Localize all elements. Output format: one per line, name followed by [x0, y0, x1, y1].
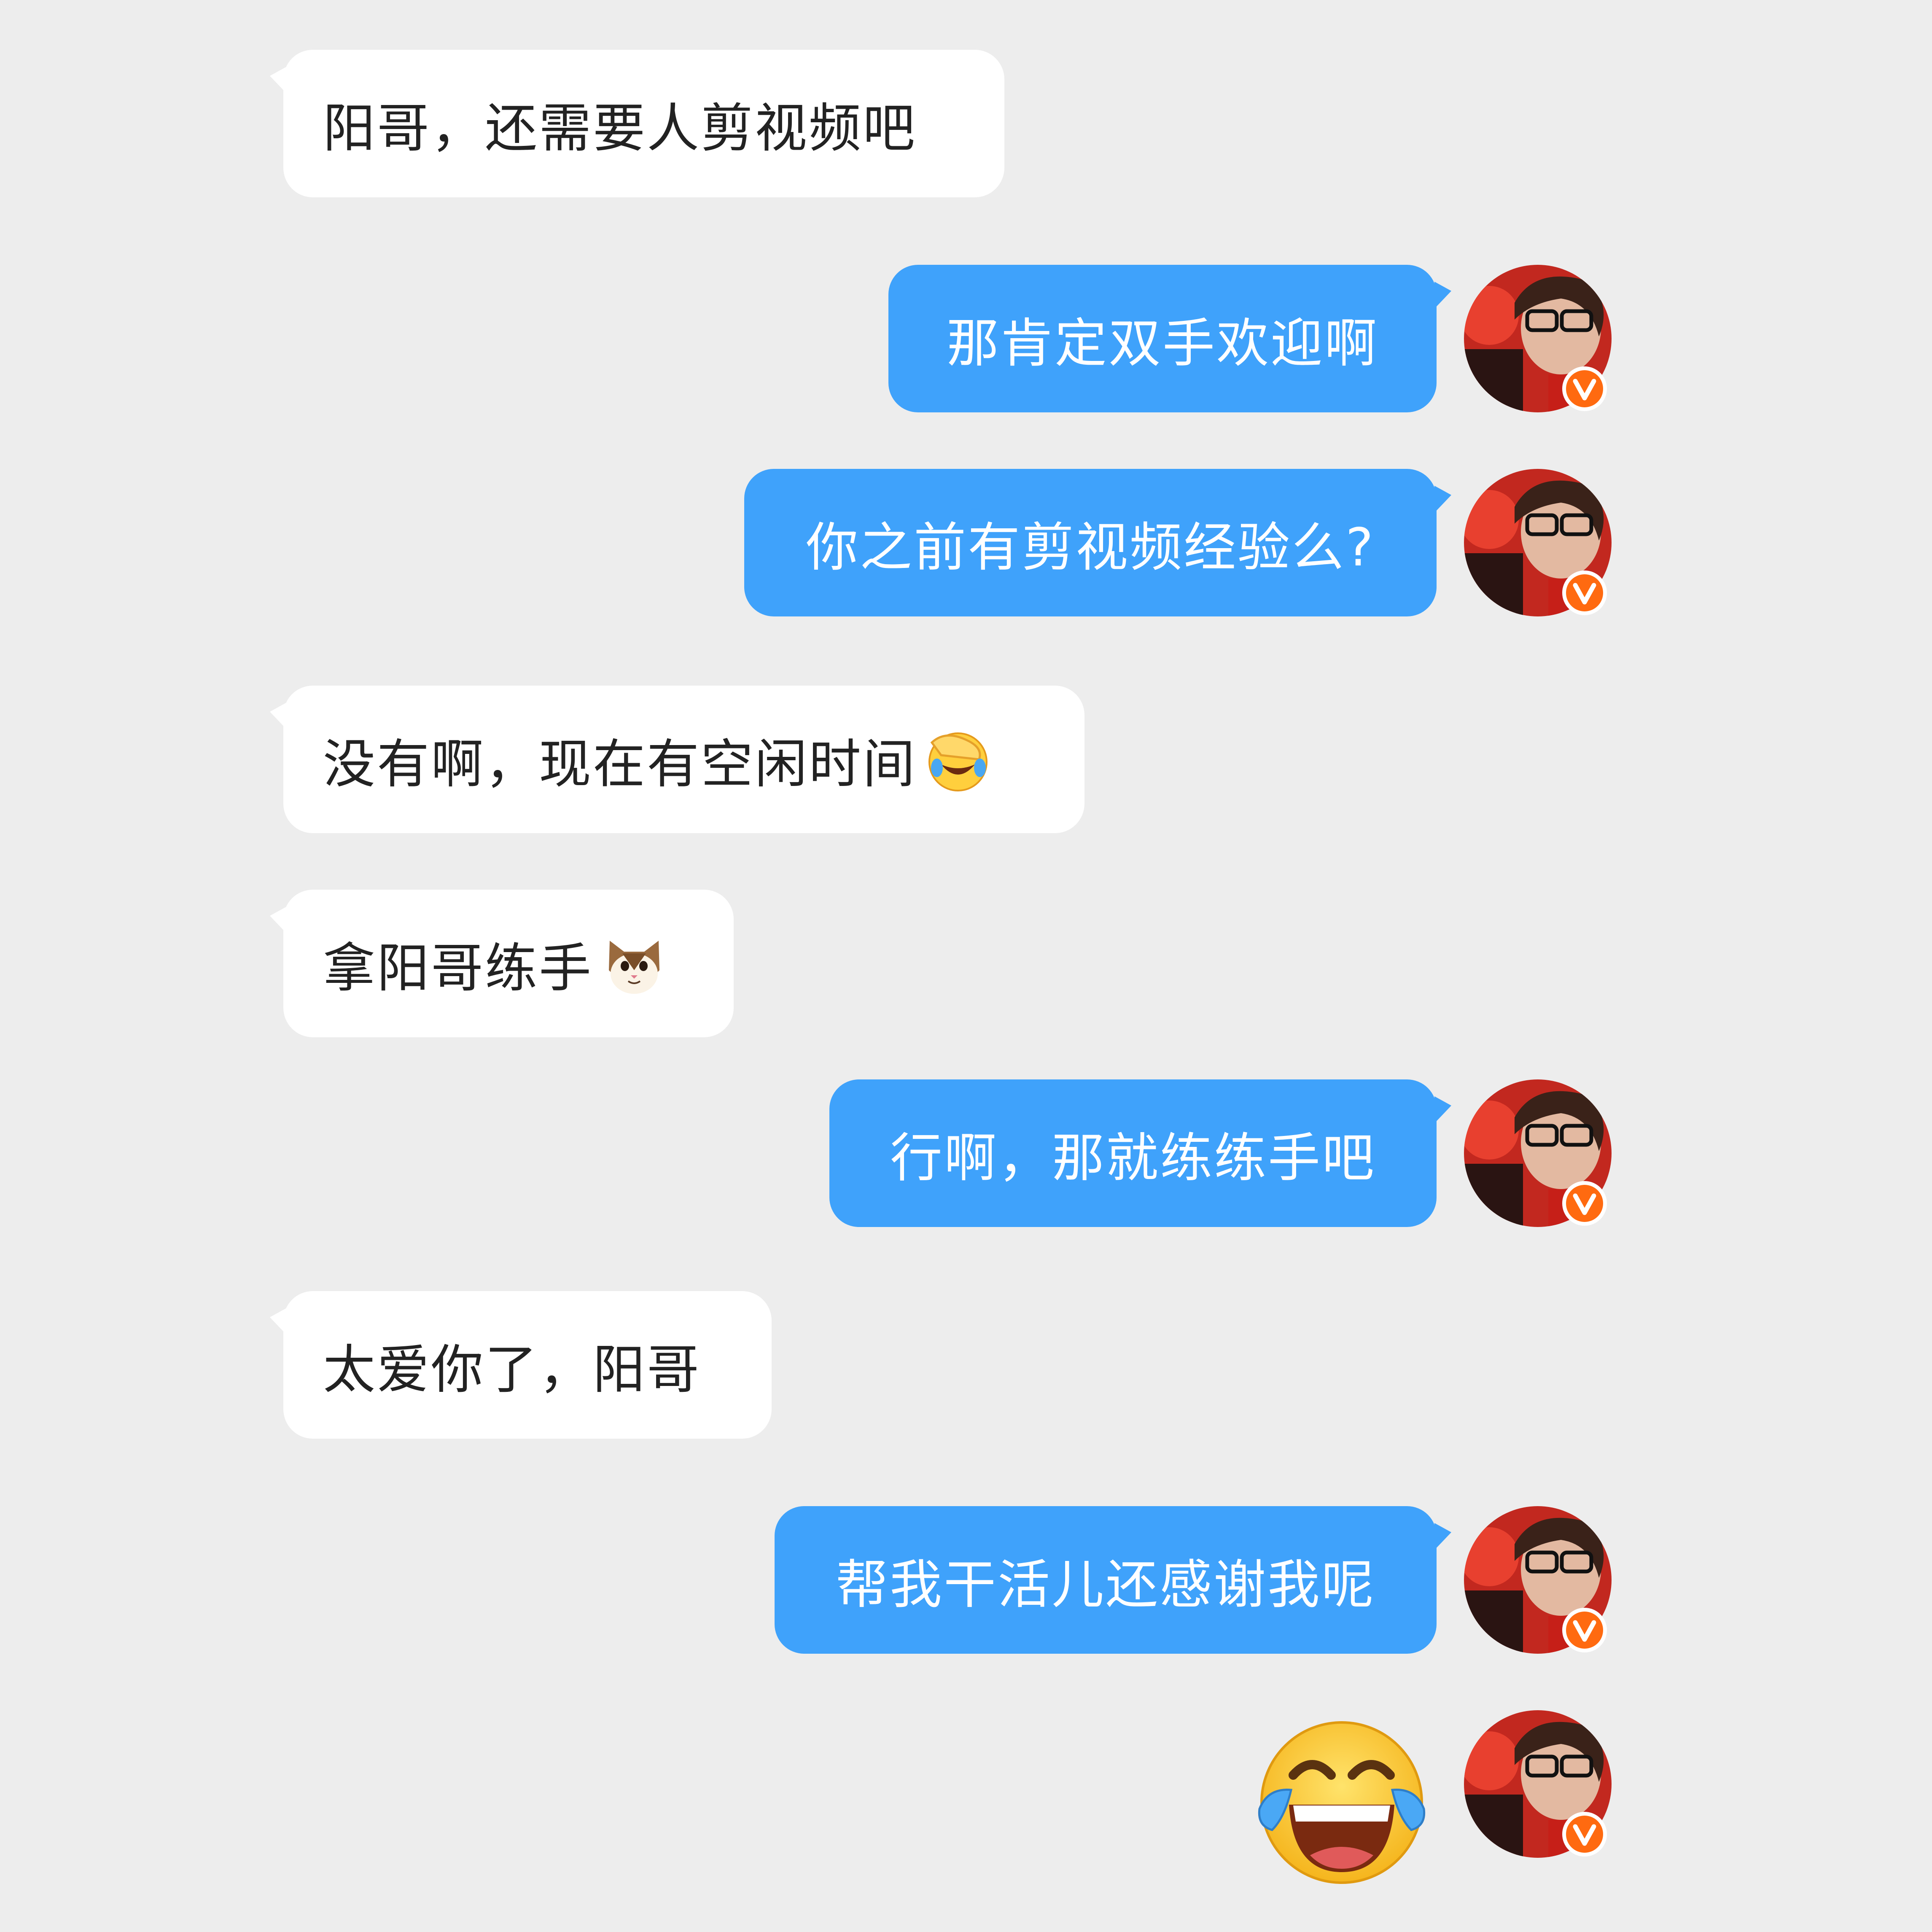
message-text: 拿阳哥练手	[323, 938, 593, 999]
verified-badge-icon	[1562, 366, 1607, 411]
message-text: 行啊，那就练练手吧	[890, 1128, 1376, 1189]
incoming-bubble[interactable]: 没有啊，现在有空闲时间	[283, 686, 1084, 833]
outgoing-message: 你之前有剪视频经验么?	[0, 469, 1932, 616]
cat-face-emoji	[609, 941, 660, 994]
incoming-bubble[interactable]: 拿阳哥练手	[283, 890, 734, 1037]
message-text: 帮我干活儿还感谢我呢	[835, 1555, 1375, 1615]
message-text: 太爱你了，阳哥	[323, 1340, 701, 1400]
tears-of-joy-emoji[interactable]	[1255, 1720, 1428, 1889]
outgoing-message: 行啊，那就练练手吧	[0, 1079, 1932, 1227]
incoming-message: 拿阳哥练手	[0, 890, 1932, 1037]
bubble-tail	[1434, 1523, 1451, 1550]
incoming-bubble[interactable]: 太爱你了，阳哥	[283, 1291, 772, 1439]
message-text: 没有啊，现在有空闲时间	[323, 734, 917, 795]
chat-thread: 阳哥，还需要人剪视频吧 那肯定双手欢迎啊 你之前有剪视频经验么? 没有啊，现在有…	[0, 0, 1932, 1932]
message-text: 阳哥，还需要人剪视频吧	[323, 98, 917, 159]
outgoing-bubble[interactable]: 行啊，那就练练手吧	[829, 1079, 1437, 1227]
outgoing-bubble[interactable]: 帮我干活儿还感谢我呢	[775, 1506, 1437, 1654]
outgoing-message: 帮我干活儿还感谢我呢	[0, 1506, 1932, 1654]
outgoing-bubble[interactable]: 你之前有剪视频经验么?	[744, 469, 1437, 616]
message-text: 那肯定双手欢迎啊	[946, 313, 1378, 374]
incoming-message: 阳哥，还需要人剪视频吧	[0, 50, 1932, 197]
incoming-bubble[interactable]: 阳哥，还需要人剪视频吧	[283, 50, 1004, 197]
verified-badge-icon	[1562, 1608, 1607, 1652]
outgoing-bubble[interactable]: 那肯定双手欢迎啊	[888, 265, 1437, 412]
outgoing-message: 那肯定双手欢迎啊	[0, 265, 1932, 412]
facepalm-laughing-emoji	[928, 732, 988, 791]
outgoing-message	[0, 1710, 1932, 1858]
bubble-tail	[1434, 282, 1451, 309]
verified-badge-icon	[1562, 1812, 1607, 1857]
bubble-tail	[1434, 486, 1451, 513]
verified-badge-icon	[1562, 1181, 1607, 1226]
verified-badge-icon	[1562, 570, 1607, 615]
bubble-tail	[1434, 1096, 1451, 1123]
incoming-message: 没有啊，现在有空闲时间	[0, 686, 1932, 833]
incoming-message: 太爱你了，阳哥	[0, 1291, 1932, 1439]
message-text: 你之前有剪视频经验么?	[806, 517, 1375, 578]
